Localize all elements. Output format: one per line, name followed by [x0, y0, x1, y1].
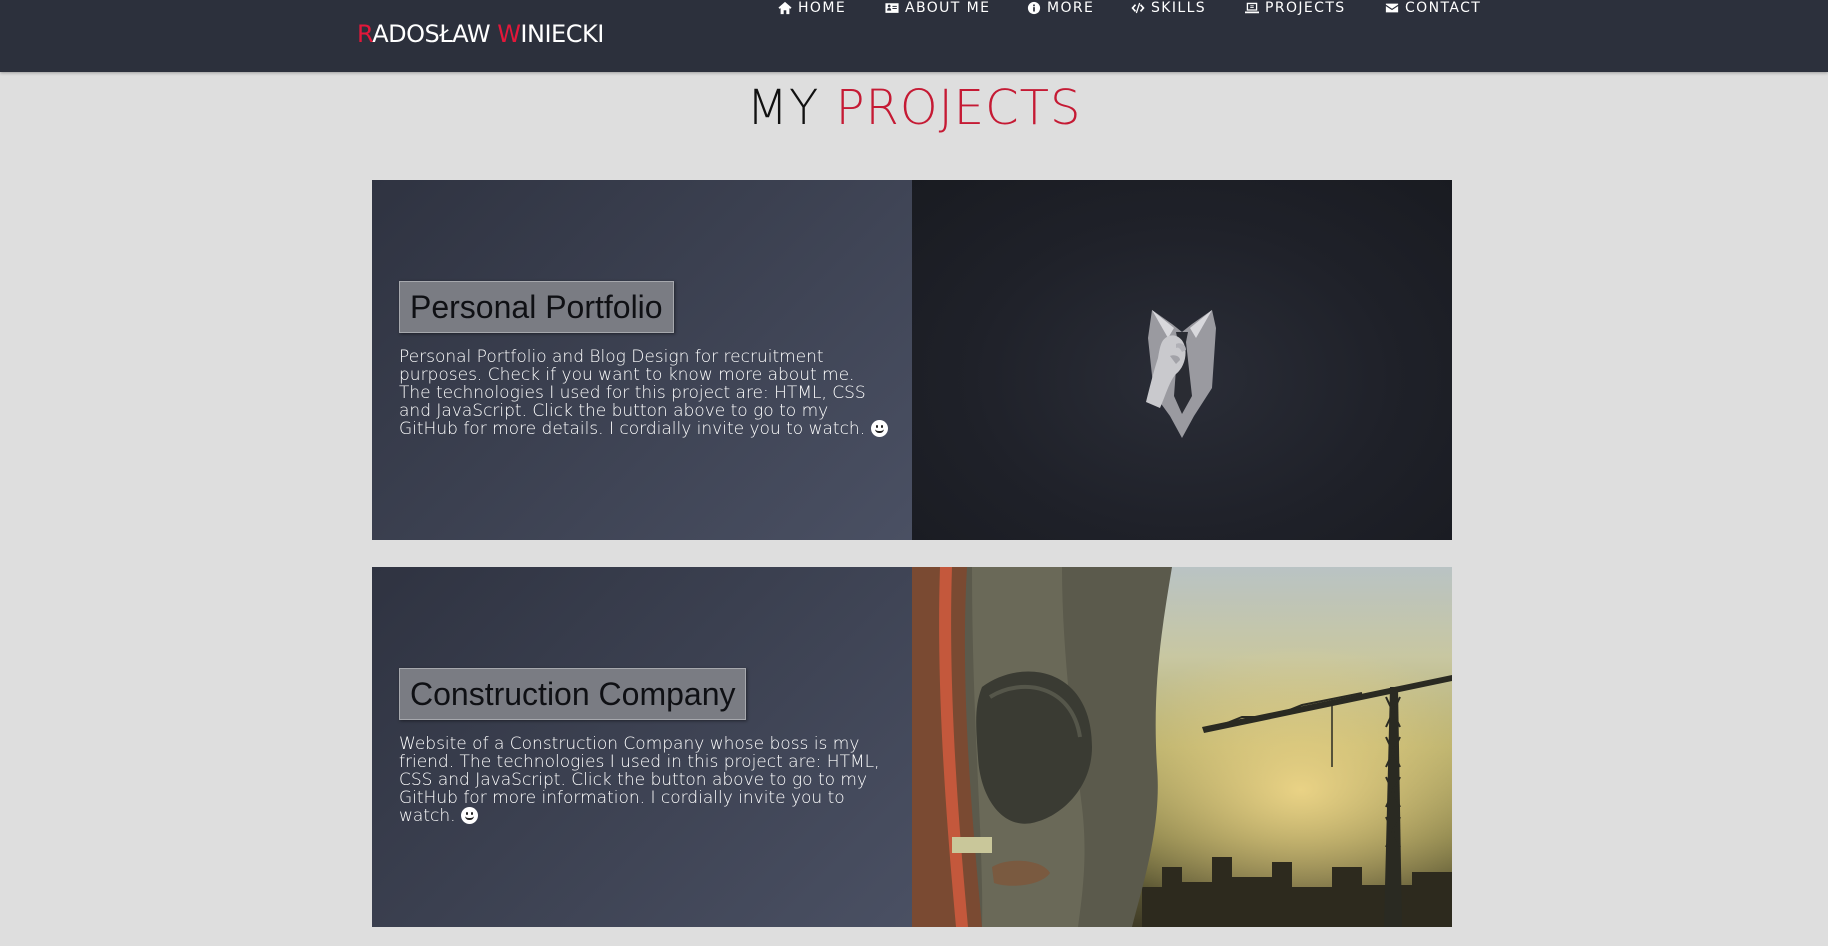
- suit-and-tie-image: [912, 180, 1452, 540]
- nav-more-label: MORE: [1047, 0, 1095, 16]
- brand-initial-last: W: [497, 20, 521, 48]
- project-card: Personal Portfolio Personal Portfolio an…: [372, 180, 1452, 540]
- project-button-personal-portfolio[interactable]: Personal Portfolio: [399, 281, 674, 333]
- nav-skills-label: SKILLS: [1151, 0, 1207, 16]
- construction-worker-image: [912, 567, 1452, 927]
- nav-home-label: HOME: [798, 0, 847, 16]
- home-icon: [778, 1, 792, 15]
- project-description-text: Personal Portfolio and Blog Design for r…: [399, 347, 871, 439]
- id-card-icon: [885, 3, 899, 13]
- nav-about-me-label: ABOUT ME: [905, 0, 991, 16]
- info-circle-icon: [1027, 1, 1041, 15]
- code-icon: [1131, 2, 1145, 14]
- envelope-icon: [1385, 3, 1399, 13]
- project-card: Construction Company Website of a Constr…: [372, 567, 1452, 927]
- project-button-construction-company[interactable]: Construction Company: [399, 668, 747, 720]
- project-info-panel: Personal Portfolio Personal Portfolio an…: [372, 180, 912, 540]
- nav-more[interactable]: MORE: [1027, 0, 1094, 16]
- project-description: Website of a Construction Company whose …: [399, 735, 889, 825]
- laptop-icon: [1245, 2, 1259, 14]
- section-title-part1: MY: [746, 80, 836, 136]
- section-title-part2: PROJECTS: [835, 80, 1082, 136]
- suit-figure-icon: [1146, 310, 1216, 438]
- brand-last-name: INIECKI: [520, 20, 604, 48]
- project-image-personal-portfolio: [912, 180, 1452, 540]
- brand-first-name: ADOSŁAW: [372, 20, 498, 48]
- navbar: RADOSŁAW WINIECKI HOME ABOUT ME MORE SKI…: [0, 0, 1828, 72]
- nav-skills[interactable]: SKILLS: [1131, 0, 1206, 16]
- nav-home[interactable]: HOME: [778, 0, 846, 16]
- smiley-icon: [460, 807, 478, 824]
- construction-scene-icon: [912, 567, 1452, 927]
- project-info-panel: Construction Company Website of a Constr…: [372, 567, 912, 927]
- project-description: Personal Portfolio and Blog Design for r…: [399, 348, 889, 438]
- nav-contact-label: CONTACT: [1405, 0, 1482, 16]
- nav-projects-label: PROJECTS: [1265, 0, 1346, 16]
- project-image-construction-company: [912, 567, 1452, 927]
- brand-logo[interactable]: RADOSŁAW WINIECKI: [357, 20, 604, 48]
- brand-initial-first: R: [357, 20, 373, 48]
- nav-projects[interactable]: PROJECTS: [1245, 0, 1346, 16]
- section-title: MY PROJECTS: [0, 80, 1828, 136]
- smiley-icon: [870, 420, 888, 437]
- nav-about-me[interactable]: ABOUT ME: [885, 0, 990, 16]
- nav-contact[interactable]: CONTACT: [1385, 0, 1481, 16]
